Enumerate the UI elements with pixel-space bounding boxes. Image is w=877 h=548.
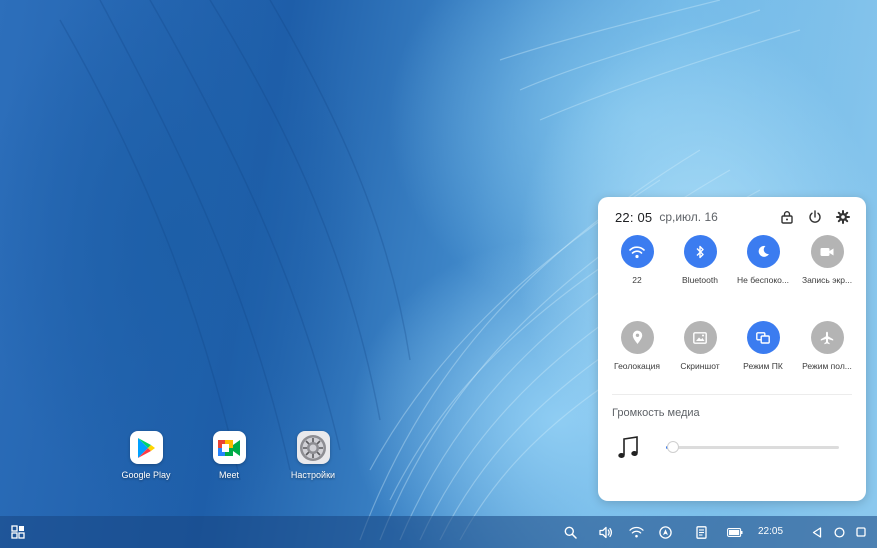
wifi-icon[interactable] xyxy=(628,524,644,540)
music-note-icon xyxy=(616,435,642,461)
google-meet-icon xyxy=(212,431,246,464)
clock-time: 22: 05 xyxy=(615,209,653,225)
search-icon[interactable] xyxy=(562,524,578,540)
tile-label: Скриншот xyxy=(680,361,720,371)
lock-icon[interactable] xyxy=(778,208,796,226)
airplane-icon xyxy=(810,321,844,354)
quick-settings-header: 22: 05 ср,июл. 16 xyxy=(615,209,852,225)
tile-airplane-mode[interactable]: Режим пол... xyxy=(796,321,858,371)
app-label: Google Play xyxy=(121,470,171,480)
tile-label: Запись экр... xyxy=(801,275,853,285)
app-drawer-icon[interactable] xyxy=(10,524,26,540)
tile-label: Режим ПК xyxy=(743,361,783,371)
tile-bluetooth[interactable]: Bluetooth xyxy=(669,235,731,285)
notes-icon[interactable] xyxy=(693,524,709,540)
tile-label: Bluetooth xyxy=(682,275,718,285)
media-volume-title: Громкость медиа xyxy=(612,407,700,419)
taskbar-clock: 22:05 xyxy=(758,526,784,537)
app-label: Meet xyxy=(218,470,239,480)
tile-location[interactable]: Геолокация xyxy=(606,321,668,371)
clock-date: ср,июл. 16 xyxy=(659,210,718,224)
power-icon[interactable] xyxy=(806,208,824,226)
app-google-play[interactable]: Google Play xyxy=(106,431,186,480)
app-label: Настройки xyxy=(290,470,336,480)
moon-icon xyxy=(746,235,780,268)
screenshot-icon xyxy=(683,321,717,354)
tile-screenshot[interactable]: Скриншот xyxy=(669,321,731,371)
tile-label: Режим пол... xyxy=(802,361,852,371)
media-volume-thumb[interactable] xyxy=(667,441,680,453)
battery-icon xyxy=(727,524,743,540)
location-pin-icon xyxy=(620,321,654,354)
quick-settings-panel: 22: 05 ср,июл. 16 22 Bluetooth Не беспок… xyxy=(598,197,866,501)
tile-label: Не беспоко... xyxy=(737,275,789,285)
recents-icon[interactable] xyxy=(853,524,869,540)
tile-do-not-disturb[interactable]: Не беспоко... xyxy=(732,235,794,285)
back-icon[interactable] xyxy=(809,524,825,540)
settings-app-icon xyxy=(296,431,330,464)
gear-icon[interactable] xyxy=(834,208,852,226)
navigation-icon[interactable] xyxy=(657,524,673,540)
home-icon[interactable] xyxy=(831,524,847,540)
tile-label: 22 xyxy=(632,275,642,285)
wifi-icon xyxy=(620,235,654,268)
tile-wifi[interactable]: 22 xyxy=(606,235,668,285)
app-meet[interactable]: Meet xyxy=(189,431,269,480)
tile-screen-record[interactable]: Запись экр... xyxy=(796,235,858,285)
video-camera-icon xyxy=(810,235,844,268)
bluetooth-icon xyxy=(683,235,717,268)
panel-divider xyxy=(612,394,852,395)
desktop-mode-icon xyxy=(746,321,780,354)
app-settings[interactable]: Настройки xyxy=(273,431,353,480)
media-volume-slider[interactable] xyxy=(666,441,839,453)
volume-icon[interactable] xyxy=(598,524,614,540)
tile-label: Геолокация xyxy=(614,361,660,371)
taskbar: 22:05 xyxy=(0,516,877,548)
google-play-icon xyxy=(129,431,163,464)
tile-desktop-mode[interactable]: Режим ПК xyxy=(732,321,794,371)
